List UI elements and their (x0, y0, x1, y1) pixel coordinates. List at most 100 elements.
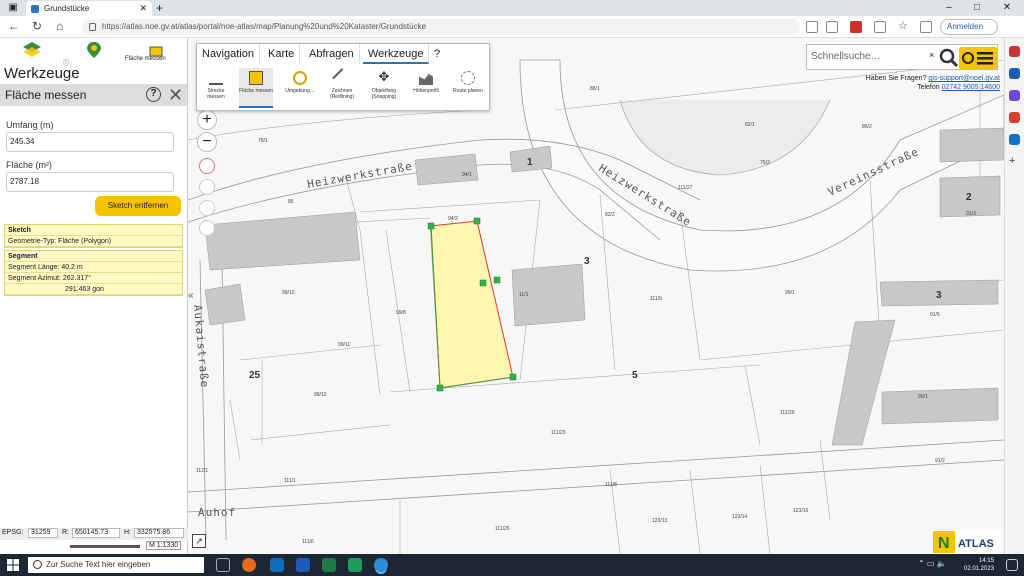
zoom-in-button[interactable]: + (197, 110, 217, 130)
home-icon[interactable]: ⌂ (56, 19, 63, 33)
tool-surroundings[interactable]: Umgebung… (283, 68, 317, 108)
layers-icon[interactable] (22, 41, 42, 59)
outlook-icon[interactable] (1009, 134, 1020, 145)
extensions-icon[interactable] (874, 21, 886, 33)
segment-gon: 291.463 gon (5, 284, 182, 295)
sketch-header: Sketch (5, 225, 182, 236)
tool-route[interactable]: Route planen (451, 68, 485, 108)
settings-gear-icon[interactable] (199, 220, 215, 236)
map-pin-icon[interactable] (84, 41, 104, 59)
location-icon[interactable] (199, 158, 215, 174)
new-tab-icon[interactable]: + (156, 0, 163, 16)
lock-icon (89, 23, 96, 31)
minimize-icon[interactable]: – (938, 0, 960, 16)
parcel-label: 111/27 (678, 185, 693, 191)
parcel-label: 111/23 (551, 430, 566, 436)
collections-icon[interactable] (920, 21, 932, 33)
parcel-label: 99/12 (314, 392, 327, 398)
app-available-icon[interactable] (826, 21, 838, 33)
epsg-field[interactable]: 31259 (28, 528, 58, 538)
svg-text:ATLAS: ATLAS (958, 538, 994, 550)
menu-button[interactable] (959, 47, 997, 69)
read-aloud-icon[interactable] (806, 21, 818, 33)
parcel-label: 99/1 (918, 394, 928, 400)
clear-search-icon[interactable]: × (929, 50, 934, 60)
parcel-label: 82/1 (745, 122, 755, 128)
reload-icon[interactable]: ↻ (32, 19, 42, 33)
page-title: Werkzeuge (4, 65, 80, 82)
tab-close-icon[interactable]: ✕ (139, 1, 147, 16)
browser-tab[interactable]: Grundstücke ✕ (26, 1, 152, 16)
word-icon[interactable] (296, 558, 310, 572)
tool-elevation-profile[interactable]: Höhenprofil (409, 68, 443, 108)
notifications-icon[interactable] (1006, 559, 1018, 571)
search-icon[interactable] (939, 48, 959, 68)
tray-icons[interactable]: ⌃ ▭ 🔈 (918, 560, 947, 568)
tools-icon[interactable] (1009, 90, 1020, 101)
info-icon[interactable]: ⓘ (63, 58, 69, 67)
back-icon[interactable]: ← (8, 19, 20, 33)
zoom-out-button[interactable]: − (197, 132, 217, 152)
tool-measure-area[interactable]: Fläche messen (239, 68, 273, 108)
pencil-icon (332, 68, 352, 88)
parcel-label: 111/9 (650, 296, 662, 302)
map-canvas[interactable]: Heizwerkstraße Heizwerkstraße Vereinsstr… (188, 38, 1004, 554)
support-email-link[interactable]: gis-support@noel.gv.at (928, 75, 1000, 82)
shopping-icon[interactable] (1009, 68, 1020, 79)
tab-navigation[interactable]: Navigation (197, 44, 260, 64)
svg-text:N: N (938, 535, 950, 552)
collapse-panel-icon[interactable]: « (188, 290, 194, 301)
search-sidebar-icon[interactable] (1009, 46, 1020, 57)
taskbar-search[interactable]: Zur Suche Text hier eingeben (28, 557, 204, 573)
tab-help[interactable]: ? (429, 44, 445, 64)
tab-abfragen[interactable]: Abfragen (304, 44, 360, 64)
area-field[interactable]: 2787.18 (6, 172, 174, 192)
add-sidebar-icon[interactable]: + (1009, 156, 1020, 167)
windows-start-icon[interactable] (7, 559, 19, 571)
favorites-star-icon[interactable]: ☆ (898, 21, 910, 33)
parcel-label: 123/14 (732, 514, 748, 520)
parcel-label: 75/2 (760, 160, 770, 166)
previous-extent-icon[interactable] (199, 200, 215, 216)
maximize-icon[interactable]: □ (966, 0, 988, 16)
route-icon (461, 71, 475, 85)
r-coordinate: 650145.73 (72, 528, 120, 538)
coordinate-bar: EPSG: 31259 R: 650145.73 H: 332575.86 (0, 528, 188, 540)
outlook-taskbar-icon[interactable] (270, 558, 284, 572)
close-icon[interactable]: ✕ (168, 84, 183, 106)
window-close-icon[interactable]: ✕ (996, 0, 1018, 16)
home-extent-icon[interactable] (199, 179, 215, 195)
help-icon[interactable]: ? (146, 87, 161, 102)
tool-measure-distance[interactable]: Strecke messen (199, 68, 233, 108)
search-input[interactable]: Schnellsuche… (809, 48, 931, 66)
compass-icon (293, 71, 307, 85)
perimeter-field[interactable]: 245.34 (6, 132, 174, 152)
office-icon[interactable] (1009, 112, 1020, 123)
firefox-icon[interactable] (242, 558, 256, 572)
tab-werkzeuge[interactable]: Werkzeuge (363, 44, 430, 64)
signin-button[interactable]: Anmelden (940, 19, 998, 35)
tool-snapping[interactable]: ✥ Objektfang (Snapping) (367, 68, 401, 108)
atlas-logo: N ATLAS (931, 530, 1001, 554)
parcel-label: 94/2 (448, 216, 458, 222)
parcel-label: 99/10 (282, 290, 295, 296)
parcel-label: 86/2 (862, 124, 872, 130)
fullscreen-expand-icon[interactable]: ↗ (192, 534, 206, 548)
url-field[interactable]: https://atlas.noe.gv.at/atlas/portal/noe… (82, 19, 800, 35)
parcel-label: 111/8 (605, 482, 617, 488)
support-phone-link[interactable]: 02742 9005 14600 (942, 84, 1000, 91)
tool-redlining[interactable]: Zeichnen (Redlining) (325, 68, 359, 108)
excel-icon[interactable] (322, 558, 336, 572)
extension-shield-icon[interactable] (850, 21, 862, 33)
remove-sketch-button[interactable]: Sketch entfernen (95, 196, 181, 216)
street-label: Auhof (198, 506, 236, 519)
clock[interactable]: 14:15 02.01.2023 (964, 557, 994, 573)
edge-icon[interactable] (374, 558, 388, 572)
app-icon[interactable] (348, 558, 362, 572)
house-number: 3 (936, 290, 942, 301)
tab-karte[interactable]: Karte (263, 44, 301, 64)
task-view-icon[interactable] (216, 558, 230, 572)
house-number: 3 (584, 256, 590, 267)
window-menu-icon[interactable]: ▣ (2, 0, 24, 16)
segment-info: Segment Segment Länge: 40.2 m Segment Az… (4, 250, 183, 296)
